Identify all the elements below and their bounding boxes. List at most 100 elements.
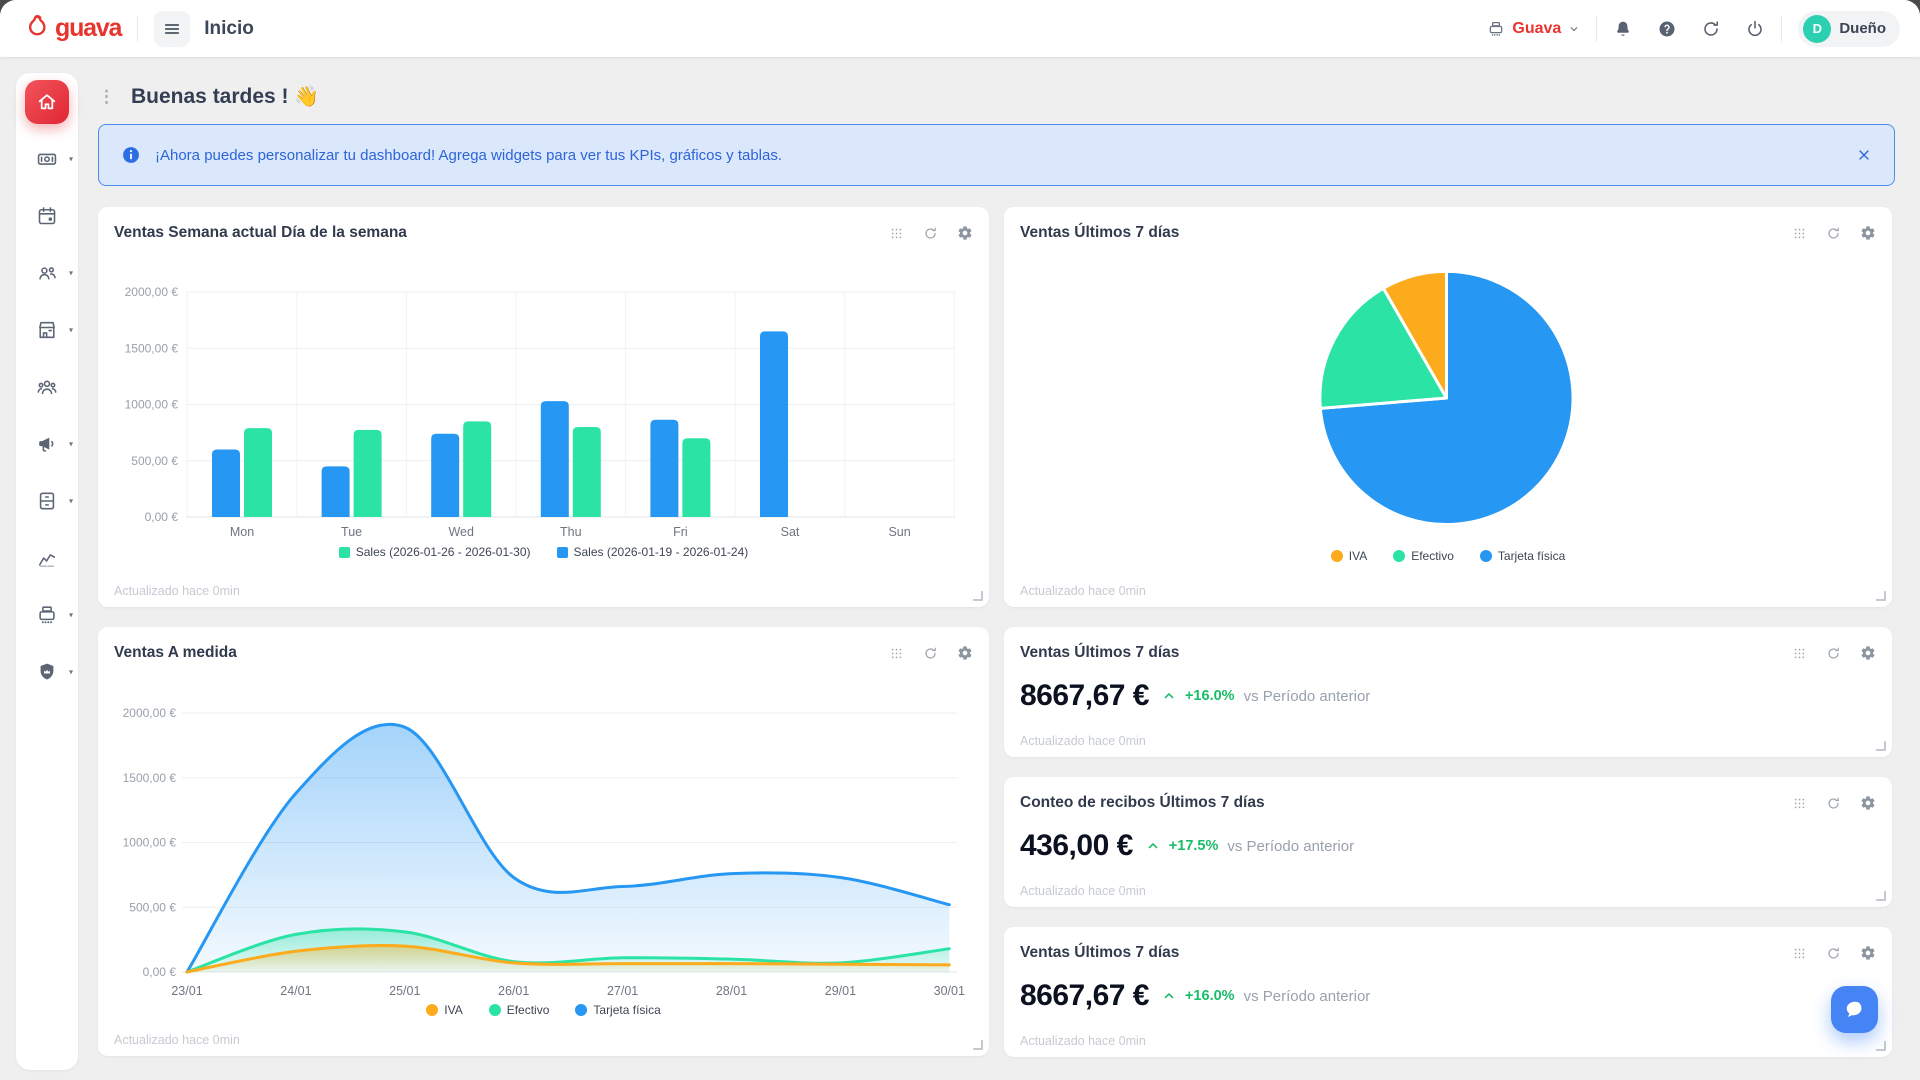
sidebar-item-payments[interactable]: ▾ xyxy=(25,137,69,181)
gear-icon[interactable] xyxy=(957,225,973,241)
updated-text: Actualizado hace 0min xyxy=(1020,734,1146,748)
legend-item: IVA xyxy=(1331,549,1367,563)
refresh-icon[interactable] xyxy=(1826,946,1841,961)
svg-text:28/01: 28/01 xyxy=(716,984,747,998)
hamburger-icon xyxy=(162,19,182,39)
svg-text:Tue: Tue xyxy=(341,525,362,539)
notifications-button[interactable] xyxy=(1613,19,1633,39)
drag-handle-icon[interactable] xyxy=(889,226,904,241)
kpi-value: 8667,67 € xyxy=(1020,679,1149,713)
resize-handle[interactable] xyxy=(1876,891,1886,901)
updated-text: Actualizado hace 0min xyxy=(1020,584,1146,598)
caret-up-icon xyxy=(1162,989,1176,1003)
sidebar-item-home[interactable] xyxy=(25,80,69,124)
svg-text:23/01: 23/01 xyxy=(171,984,202,998)
resize-handle[interactable] xyxy=(973,591,983,601)
help-button[interactable] xyxy=(1657,19,1677,39)
divider xyxy=(137,16,138,42)
refresh-icon[interactable] xyxy=(1826,226,1841,241)
kpi-compare-label: vs Período anterior xyxy=(1227,838,1354,855)
power-icon xyxy=(1745,19,1765,39)
store-selector[interactable]: Guava xyxy=(1487,20,1580,38)
refresh-icon[interactable] xyxy=(1826,796,1841,811)
chevron-down-icon: ▾ xyxy=(69,611,73,620)
chart-icon xyxy=(36,547,58,569)
svg-text:500,00 €: 500,00 € xyxy=(131,454,178,468)
register-icon xyxy=(36,604,58,626)
resize-handle[interactable] xyxy=(1876,591,1886,601)
greeting-title: Buenas tardes ! 👋 xyxy=(131,84,319,109)
bar-chart: 2000,00 €1500,00 €1000,00 €500,00 €0,00 … xyxy=(114,246,973,542)
drag-handle-icon[interactable] xyxy=(889,646,904,661)
drag-handle-icon[interactable] xyxy=(1792,226,1807,241)
widget-kpi-sales-top: Ventas Últimos 7 días 8667,67 € +16.0% v… xyxy=(1004,627,1892,757)
sidebar-item-staff[interactable]: ▾ xyxy=(25,251,69,295)
drag-handle-icon[interactable] xyxy=(1792,796,1807,811)
svg-text:Mon: Mon xyxy=(230,525,254,539)
area-chart-legend: IVAEfectivoTarjeta física xyxy=(114,1003,973,1017)
widget-kpi-sales-bottom: Ventas Últimos 7 días 8667,67 € +16.0% v… xyxy=(1004,927,1892,1057)
chat-button[interactable] xyxy=(1831,986,1878,1033)
kpi-delta: +16.0% xyxy=(1185,988,1235,1004)
legend-item: Efectivo xyxy=(489,1003,550,1017)
legend-item: Sales (2026-01-19 - 2026-01-24) xyxy=(557,545,749,559)
drawer-icon xyxy=(36,490,58,512)
chevron-down-icon: ▾ xyxy=(69,269,73,278)
avatar: D xyxy=(1803,15,1831,43)
menu-toggle-button[interactable] xyxy=(154,11,190,47)
kpi-value: 8667,67 € xyxy=(1020,979,1149,1013)
sidebar: ▾ ▾ ▾ ▾ ▾ ▾ ▾ xyxy=(16,73,78,1070)
widget-sales-pie: Ventas Últimos 7 días IVAEfectivoTarjeta… xyxy=(1004,207,1892,607)
resize-handle[interactable] xyxy=(1876,741,1886,751)
resize-handle[interactable] xyxy=(1876,1041,1886,1051)
legend-item: Tarjeta física xyxy=(575,1003,660,1017)
svg-text:1000,00 €: 1000,00 € xyxy=(125,398,179,412)
gear-icon[interactable] xyxy=(1860,225,1876,241)
screen: guava Inicio Guava D Dueño xyxy=(0,0,1920,1080)
banner-close-button[interactable] xyxy=(1856,147,1872,163)
caret-up-icon xyxy=(1162,689,1176,703)
divider xyxy=(1781,16,1782,42)
gear-icon[interactable] xyxy=(1860,795,1876,811)
brand-logo[interactable]: guava xyxy=(20,13,121,44)
refresh-icon[interactable] xyxy=(1826,646,1841,661)
close-icon xyxy=(1856,147,1872,163)
sidebar-item-analytics[interactable] xyxy=(25,536,69,580)
gear-icon[interactable] xyxy=(1860,645,1876,661)
chevron-down-icon: ▾ xyxy=(69,497,73,506)
chevron-down-icon: ▾ xyxy=(69,155,73,164)
gear-icon[interactable] xyxy=(1860,945,1876,961)
widget-kpi-receipts: Conteo de recibos Últimos 7 días 436,00 … xyxy=(1004,777,1892,907)
refresh-icon[interactable] xyxy=(923,646,938,661)
sidebar-item-pos[interactable]: ▾ xyxy=(25,593,69,637)
sidebar-item-store[interactable]: ▾ xyxy=(25,308,69,352)
sidebar-item-inventory[interactable]: ▾ xyxy=(25,479,69,523)
wave-emoji: 👋 xyxy=(294,86,319,108)
drag-handle-icon[interactable] xyxy=(1792,646,1807,661)
page-title: Inicio xyxy=(204,18,254,40)
store-selector-label: Guava xyxy=(1512,20,1561,38)
banner-text: ¡Ahora puedes personalizar tu dashboard!… xyxy=(155,147,782,164)
logout-button[interactable] xyxy=(1745,19,1765,39)
user-menu[interactable]: D Dueño xyxy=(1798,11,1900,47)
widget-title: Ventas Últimos 7 días xyxy=(1020,944,1179,962)
svg-text:0,00 €: 0,00 € xyxy=(145,510,179,524)
widget-title: Ventas Semana actual Día de la semana xyxy=(114,224,407,242)
resize-handle[interactable] xyxy=(973,1040,983,1050)
sidebar-item-marketing[interactable]: ▾ xyxy=(25,422,69,466)
storefront-icon xyxy=(36,319,58,341)
legend-item: Sales (2026-01-26 - 2026-01-30) xyxy=(339,545,531,559)
gear-icon[interactable] xyxy=(957,645,973,661)
refresh-button[interactable] xyxy=(1701,19,1721,39)
sidebar-item-calendar[interactable] xyxy=(25,194,69,238)
sidebar-item-customers[interactable] xyxy=(25,365,69,409)
svg-text:29/01: 29/01 xyxy=(825,984,856,998)
svg-text:27/01: 27/01 xyxy=(607,984,638,998)
drag-handle-icon[interactable] xyxy=(1792,946,1807,961)
drag-dots-icon[interactable]: ⋮ xyxy=(98,88,115,105)
svg-text:Fri: Fri xyxy=(673,525,688,539)
sidebar-item-security[interactable]: ▾ xyxy=(25,650,69,694)
top-navbar: guava Inicio Guava D Dueño xyxy=(0,0,1920,57)
megaphone-icon xyxy=(36,433,58,455)
refresh-icon[interactable] xyxy=(923,226,938,241)
